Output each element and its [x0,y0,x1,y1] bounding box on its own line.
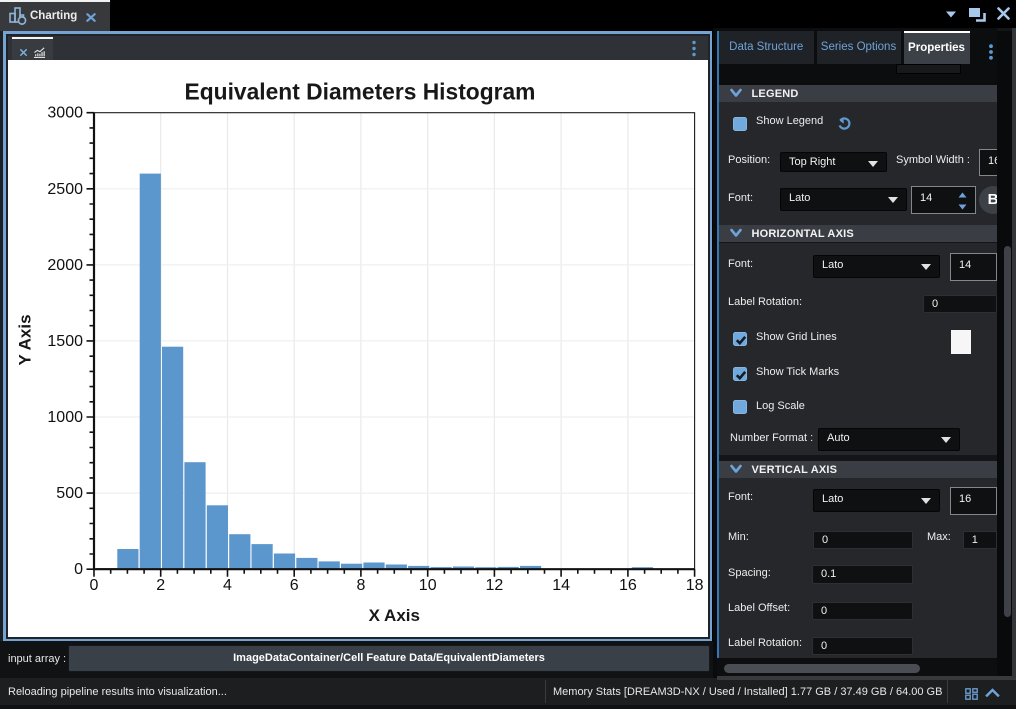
svg-text:16: 16 [619,577,637,594]
svg-text:Y Axis: Y Axis [15,314,34,365]
svg-text:6: 6 [289,577,298,594]
svg-text:10: 10 [418,577,436,594]
svg-text:1500: 1500 [47,332,83,349]
svg-text:Equivalent Diameters Histogram: Equivalent Diameters Histogram [184,78,535,104]
svg-text:14: 14 [552,577,570,594]
svg-text:18: 18 [685,577,703,594]
svg-text:X Axis: X Axis [368,606,419,625]
svg-text:4: 4 [223,577,232,594]
svg-text:1000: 1000 [47,409,83,426]
svg-text:500: 500 [56,485,83,502]
svg-text:3000: 3000 [47,104,83,121]
svg-text:0: 0 [89,577,98,594]
svg-text:12: 12 [485,577,503,594]
svg-text:8: 8 [356,577,365,594]
svg-text:2500: 2500 [47,180,83,197]
svg-text:0: 0 [74,561,83,578]
svg-text:2000: 2000 [47,256,83,273]
svg-text:2: 2 [156,577,165,594]
